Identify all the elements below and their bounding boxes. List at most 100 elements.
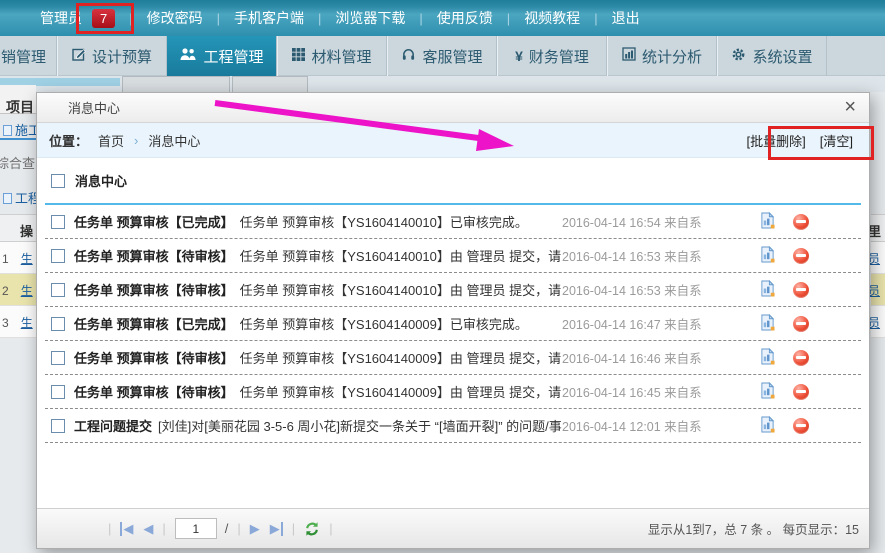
separator: | xyxy=(329,521,332,536)
background-table-row: 员 xyxy=(871,242,885,274)
message-row[interactable]: 任务单 预算审核【待审核】任务单 预算审核【YS1604140009】由 管理员… xyxy=(45,341,861,375)
row-checkbox[interactable] xyxy=(51,249,65,263)
delete-message-icon[interactable] xyxy=(793,316,809,332)
separator: | xyxy=(129,11,132,26)
view-document-icon[interactable] xyxy=(760,280,775,300)
topbar-link-video-tutorial[interactable]: 视频教程 xyxy=(524,8,580,28)
separator: | xyxy=(292,521,295,536)
message-row[interactable]: 任务单 预算审核【待审核】任务单 预算审核【YS1604140010】由 管理员… xyxy=(45,239,861,273)
background-table-row: 1生 xyxy=(0,242,36,274)
delete-message-icon[interactable] xyxy=(793,384,809,400)
module-tabbar: 销管理 设计预算 工程管理 材料管理 客服管理 ¥ 财务管理 统计分析 系统设置 xyxy=(0,36,885,76)
topbar-link-feedback[interactable]: 使用反馈 xyxy=(437,8,493,28)
message-row[interactable]: 任务单 预算审核【待审核】任务单 预算审核【YS1604140009】由 管理员… xyxy=(45,375,861,409)
current-user-label[interactable]: 管理员 xyxy=(40,8,82,28)
topbar-link-logout[interactable]: 退出 xyxy=(612,8,640,28)
background-subtab-underline xyxy=(0,138,36,140)
message-title: 任务单 预算审核【已完成】 xyxy=(74,317,234,332)
refresh-icon[interactable] xyxy=(304,521,320,537)
pagination-prev-button[interactable]: ◀ xyxy=(143,522,153,536)
tab-system-settings[interactable]: 系统设置 xyxy=(717,36,827,76)
background-tab-project-label[interactable]: 项目 xyxy=(6,97,34,117)
tab-marketing[interactable]: 销管理 xyxy=(0,36,57,76)
row-checkbox[interactable] xyxy=(51,317,65,331)
pagination-first-button[interactable]: ◀ xyxy=(120,522,133,536)
background-table-row: 2生 xyxy=(0,274,36,306)
edit-icon xyxy=(72,47,86,65)
delete-message-icon[interactable] xyxy=(793,418,809,434)
message-timestamp: 2016-04-14 16:53 来自系 xyxy=(562,280,730,299)
background-table-row: 员 xyxy=(871,274,885,306)
message-row[interactable]: 工程问题提交[刘佳]对[美丽花园 3-5-6 周小花]新提交一条关于 “[墙面开… xyxy=(45,409,861,443)
message-timestamp: 2016-04-14 16:47 来自系 xyxy=(562,314,730,333)
view-document-icon[interactable] xyxy=(760,416,775,436)
message-center-dialog: 消息中心 × 位置： 首页 › 消息中心 [批量删除] [清空] 消息中心 任务… xyxy=(36,92,870,549)
message-body: 任务单 预算审核【YS1604140009】由 管理员 提交，请审核。 xyxy=(240,385,562,400)
row-checkbox[interactable] xyxy=(51,419,65,433)
message-row[interactable]: 任务单 预算审核【待审核】任务单 预算审核【YS1604140010】由 管理员… xyxy=(45,273,861,307)
message-title: 任务单 预算审核【待审核】 xyxy=(74,385,234,400)
view-document-icon[interactable] xyxy=(760,314,775,334)
close-icon[interactable]: × xyxy=(844,96,856,118)
message-body: 任务单 预算审核【YS1604140010】由 管理员 提交，请审核。 xyxy=(240,283,562,298)
view-document-icon[interactable] xyxy=(760,246,775,266)
yen-icon: ¥ xyxy=(515,48,523,64)
pagination-next-button[interactable]: ▶ xyxy=(250,522,260,536)
breadcrumb-bar: 位置： 首页 › 消息中心 [批量删除] [清空] xyxy=(37,123,869,158)
message-body: 任务单 预算审核【YS1604140009】已审核完成。 xyxy=(240,317,528,332)
dialog-titlebar: 消息中心 × xyxy=(37,93,869,123)
message-title: 任务单 预算审核【待审核】 xyxy=(74,283,234,298)
row-checkbox[interactable] xyxy=(51,385,65,399)
row-checkbox[interactable] xyxy=(51,215,65,229)
background-link-query[interactable]: 综合查 xyxy=(0,153,35,172)
gear-icon xyxy=(731,47,746,66)
tab-design-budget[interactable]: 设计预算 xyxy=(57,36,167,76)
pagination-last-button[interactable]: ▶ xyxy=(270,522,283,536)
tab-finance[interactable]: ¥ 财务管理 xyxy=(497,36,607,76)
delete-message-icon[interactable] xyxy=(793,282,809,298)
topbar-link-browser-download[interactable]: 浏览器下载 xyxy=(335,8,405,28)
tab-project-management[interactable]: 工程管理 xyxy=(167,36,277,76)
dialog-title: 消息中心 xyxy=(68,98,120,117)
message-row[interactable]: 任务单 预算审核【已完成】任务单 预算审核【YS1604140009】已审核完成… xyxy=(45,307,861,341)
delete-message-icon[interactable] xyxy=(793,248,809,264)
message-body: 任务单 预算审核【YS1604140010】已审核完成。 xyxy=(240,215,528,230)
message-title: 工程问题提交 xyxy=(74,419,152,434)
pagination-summary: 显示从1到7，总 7 条 。 每页显示：15 xyxy=(648,519,859,538)
view-document-icon[interactable] xyxy=(760,348,775,368)
select-all-checkbox[interactable] xyxy=(51,174,65,188)
view-document-icon[interactable] xyxy=(760,382,775,402)
background-table-row: 员 xyxy=(871,306,885,338)
background-table-row: 3生 xyxy=(0,306,36,338)
row-checkbox[interactable] xyxy=(51,351,65,365)
view-document-icon[interactable] xyxy=(760,212,775,232)
background-tab-segment xyxy=(232,76,308,92)
separator: | xyxy=(594,11,597,26)
topbar-link-mobile-client[interactable]: 手机客户端 xyxy=(234,8,304,28)
pagination-bar: | ◀ ◀ | / | ▶ ▶ | | 显示从1到7，总 7 条 。 每页显示：… xyxy=(37,508,869,548)
clear-all-button[interactable]: [清空] xyxy=(820,131,853,150)
separator: | xyxy=(108,521,111,536)
message-body: 任务单 预算审核【YS1604140010】由 管理员 提交，请审核。 xyxy=(240,249,562,264)
delete-message-icon[interactable] xyxy=(793,214,809,230)
batch-delete-button[interactable]: [批量删除] xyxy=(747,131,806,150)
message-title: 任务单 预算审核【待审核】 xyxy=(74,249,234,264)
row-checkbox[interactable] xyxy=(51,283,65,297)
message-timestamp: 2016-04-14 16:45 来自系 xyxy=(562,382,730,401)
grid-icon xyxy=(292,48,305,65)
separator: | xyxy=(237,521,240,536)
breadcrumb-label: 位置： xyxy=(49,131,88,150)
message-count-badge[interactable]: 7 xyxy=(92,9,115,28)
tab-customer-service[interactable]: 客服管理 xyxy=(387,36,497,76)
message-list-header: 消息中心 xyxy=(45,158,861,205)
tab-statistics[interactable]: 统计分析 xyxy=(607,36,717,76)
topbar-link-change-password[interactable]: 修改密码 xyxy=(147,8,203,28)
delete-message-icon[interactable] xyxy=(793,350,809,366)
page-number-input[interactable] xyxy=(175,518,217,539)
background-table-header-right: 里 xyxy=(871,214,885,242)
tab-material-management[interactable]: 材料管理 xyxy=(277,36,387,76)
message-row[interactable]: 任务单 预算审核【已完成】任务单 预算审核【YS1604140010】已审核完成… xyxy=(45,205,861,239)
app-screen: 管理员 7 | 修改密码 | 手机客户端 | 浏览器下载 | 使用反馈 | 视频… xyxy=(0,0,885,553)
breadcrumb-current: 消息中心 xyxy=(148,131,200,150)
breadcrumb-home-link[interactable]: 首页 xyxy=(98,131,124,150)
